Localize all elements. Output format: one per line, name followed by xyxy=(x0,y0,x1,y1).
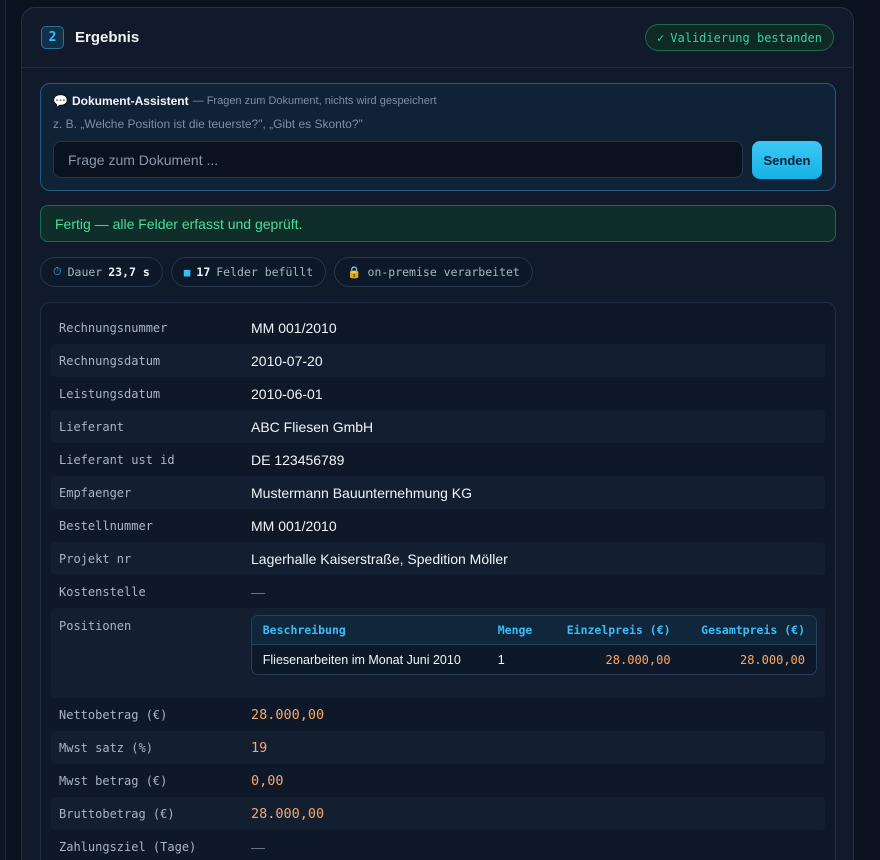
field-value: 28.000,00 xyxy=(251,706,325,723)
field-value: 2010-06-01 xyxy=(251,385,323,402)
stats-chips: ⏱ Dauer 23,7 s ■ 17 Felder befüllt 🔒 on-… xyxy=(40,257,533,287)
positions-table: Beschreibung Menge Einzelpreis (€) Gesam… xyxy=(250,615,817,675)
table-cell: 1 xyxy=(497,652,505,667)
column-header: Menge xyxy=(486,616,548,645)
lock-icon: 🔒 xyxy=(347,265,362,279)
result-header: 2 Ergebnis ✓ Validierung bestanden xyxy=(22,8,853,68)
stopwatch-icon: ⏱ xyxy=(53,265,62,278)
question-input[interactable] xyxy=(53,141,743,178)
field-row: Bruttobetrag (€) 28.000,00 xyxy=(51,797,825,830)
field-label: Bestellnummer xyxy=(59,518,153,533)
document-assistant: 💬 Dokument-Assistent — Fragen zum Dokume… xyxy=(40,83,836,191)
result-card: 2 Ergebnis ✓ Validierung bestanden 💬 Dok… xyxy=(21,7,854,860)
field-label: Bruttobetrag (€) xyxy=(59,806,175,821)
table-cell: Fliesenarbeiten im Monat Juni 2010 xyxy=(262,652,461,667)
field-row: Nettobetrag (€) 28.000,00 xyxy=(51,698,825,731)
column-header: Einzelpreis (€) xyxy=(547,616,682,645)
field-label: Zahlungsziel (Tage) xyxy=(59,839,197,854)
field-value: — xyxy=(251,583,265,600)
assistant-subtitle: — Fragen zum Dokument, nichts wird gespe… xyxy=(192,95,437,107)
column-header: Beschreibung xyxy=(251,616,487,645)
field-row: Lieferant ABC Fliesen GmbH xyxy=(51,410,825,443)
fields-chip: ■ 17 Felder befüllt xyxy=(170,257,327,287)
field-row: Rechnungsnummer MM 001/2010 xyxy=(51,311,825,344)
field-value: MM 001/2010 xyxy=(251,517,337,534)
status-banner: Fertig — alle Felder erfasst und geprüft… xyxy=(40,205,836,242)
send-button[interactable]: Senden xyxy=(752,141,822,179)
fields-count: 17 xyxy=(196,265,211,279)
chat-bubble-icon: 💬 xyxy=(53,94,68,108)
field-value: ABC Fliesen GmbH xyxy=(251,418,374,435)
field-row: Mwst betrag (€) 0,00 xyxy=(51,764,825,797)
field-value: MM 001/2010 xyxy=(251,319,337,336)
field-row: Projekt nr Lagerhalle Kaiserstraße, Sped… xyxy=(51,542,825,575)
fields-label: Felder befüllt xyxy=(216,265,314,279)
duration-chip: ⏱ Dauer 23,7 s xyxy=(40,257,163,287)
validation-label: Validierung bestanden xyxy=(670,30,822,45)
field-value: 2010-07-20 xyxy=(251,352,323,369)
field-row: Empfaenger Mustermann Bauunternehmung KG xyxy=(51,476,825,509)
onprem-label: on-premise verarbeitet xyxy=(367,265,520,279)
validation-status-badge: ✓ Validierung bestanden xyxy=(645,24,834,51)
field-value: 19 xyxy=(251,739,268,756)
field-row: Lieferant ust id DE 123456789 xyxy=(51,443,825,476)
table-cell: 28.000,00 xyxy=(605,652,671,667)
positions-row: Positionen Beschreibung Menge Einzelprei… xyxy=(51,608,825,698)
field-value: 0,00 xyxy=(251,772,284,789)
field-row: Kostenstelle — xyxy=(51,575,825,608)
field-value: Mustermann Bauunternehmung KG xyxy=(251,484,473,501)
field-label: Lieferant ust id xyxy=(59,452,175,467)
field-label: Mwst satz (%) xyxy=(59,740,153,755)
page-title: Ergebnis xyxy=(75,29,140,46)
field-label: Lieferant xyxy=(59,419,125,434)
field-value: Lagerhalle Kaiserstraße, Spedition Mölle… xyxy=(251,550,508,567)
field-value: DE 123456789 xyxy=(251,451,345,468)
field-label: Empfaenger xyxy=(59,485,132,500)
assistant-hint: z. B. „Welche Position ist die teuerste?… xyxy=(53,117,363,131)
duration-label: Dauer xyxy=(67,265,103,279)
field-label: Rechnungsdatum xyxy=(59,353,161,368)
duration-value: 23,7 s xyxy=(108,265,150,279)
field-label: Positionen xyxy=(59,619,132,633)
field-row: Zahlungsziel (Tage) — xyxy=(51,830,825,860)
field-row: Mwst satz (%) 19 xyxy=(51,731,825,764)
table-cell: 28.000,00 xyxy=(739,652,805,667)
field-value: — xyxy=(251,838,265,855)
extracted-fields: Rechnungsnummer MM 001/2010 Rechnungsdat… xyxy=(40,302,836,860)
field-label: Mwst betrag (€) xyxy=(59,773,168,788)
assistant-title: Dokument-Assistent xyxy=(71,94,189,108)
step-badge: 2 xyxy=(41,26,64,49)
field-label: Leistungsdatum xyxy=(59,386,161,401)
field-label: Rechnungsnummer xyxy=(59,320,168,335)
table-row: Fliesenarbeiten im Monat Juni 2010 1 28.… xyxy=(252,645,816,674)
field-label: Projekt nr xyxy=(59,551,132,566)
field-value: 28.000,00 xyxy=(251,805,325,822)
field-label: Kostenstelle xyxy=(59,584,146,599)
onprem-chip: 🔒 on-premise verarbeitet xyxy=(334,257,533,287)
field-label: Nettobetrag (€) xyxy=(59,707,168,722)
field-row: Rechnungsdatum 2010-07-20 xyxy=(51,344,825,377)
field-row: Bestellnummer MM 001/2010 xyxy=(51,509,825,542)
field-row: Leistungsdatum 2010-06-01 xyxy=(51,377,825,410)
column-header: Gesamtpreis (€) xyxy=(681,616,816,645)
check-icon: ✓ xyxy=(657,30,665,45)
left-panel-edge xyxy=(0,0,6,860)
square-icon: ■ xyxy=(183,265,191,279)
table-header-row: Beschreibung Menge Einzelpreis (€) Gesam… xyxy=(251,616,816,645)
